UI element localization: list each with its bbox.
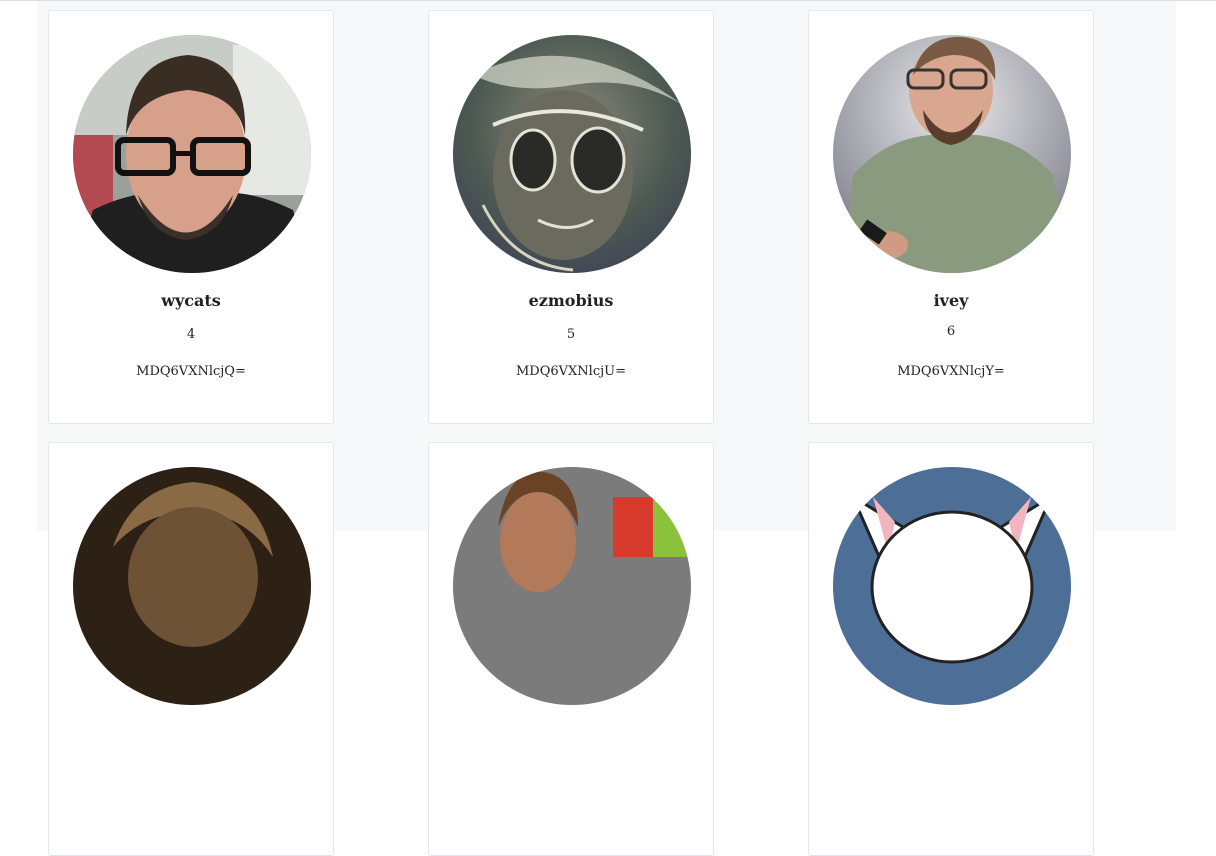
user-grid: wycats 4 MDQ6VXNlcjQ= ezmobius 5 MDQ6VXN… — [37, 1, 1176, 856]
user-node-id: MDQ6VXNlcjQ= — [136, 364, 246, 379]
user-card[interactable] — [808, 442, 1094, 856]
user-id: 6 — [946, 324, 956, 339]
user-node-id: MDQ6VXNlcjY= — [897, 364, 1005, 379]
user-login: ezmobius — [528, 291, 614, 310]
avatar-image — [453, 467, 691, 705]
avatar[interactable] — [453, 35, 691, 273]
avatar-ezmobius-image — [453, 35, 691, 273]
avatar[interactable] — [453, 467, 691, 705]
avatar-wycats-image — [73, 35, 311, 273]
user-login: wycats — [161, 291, 221, 310]
avatar-image — [73, 467, 311, 705]
avatar[interactable] — [833, 467, 1071, 705]
user-login: ivey — [933, 291, 969, 310]
user-node-id: MDQ6VXNlcjU= — [516, 364, 626, 379]
user-id: 5 — [566, 327, 576, 342]
user-card[interactable] — [428, 442, 714, 856]
avatar[interactable] — [833, 35, 1071, 273]
user-card[interactable]: ivey 6 MDQ6VXNlcjY= — [808, 10, 1094, 424]
user-card[interactable]: wycats 4 MDQ6VXNlcjQ= — [48, 10, 334, 424]
avatar[interactable] — [73, 467, 311, 705]
user-card[interactable]: ezmobius 5 MDQ6VXNlcjU= — [428, 10, 714, 424]
user-id: 4 — [186, 327, 196, 342]
user-card[interactable] — [48, 442, 334, 856]
avatar-ivey-image — [833, 35, 1071, 273]
avatar-image — [833, 467, 1071, 705]
avatar[interactable] — [73, 35, 311, 273]
